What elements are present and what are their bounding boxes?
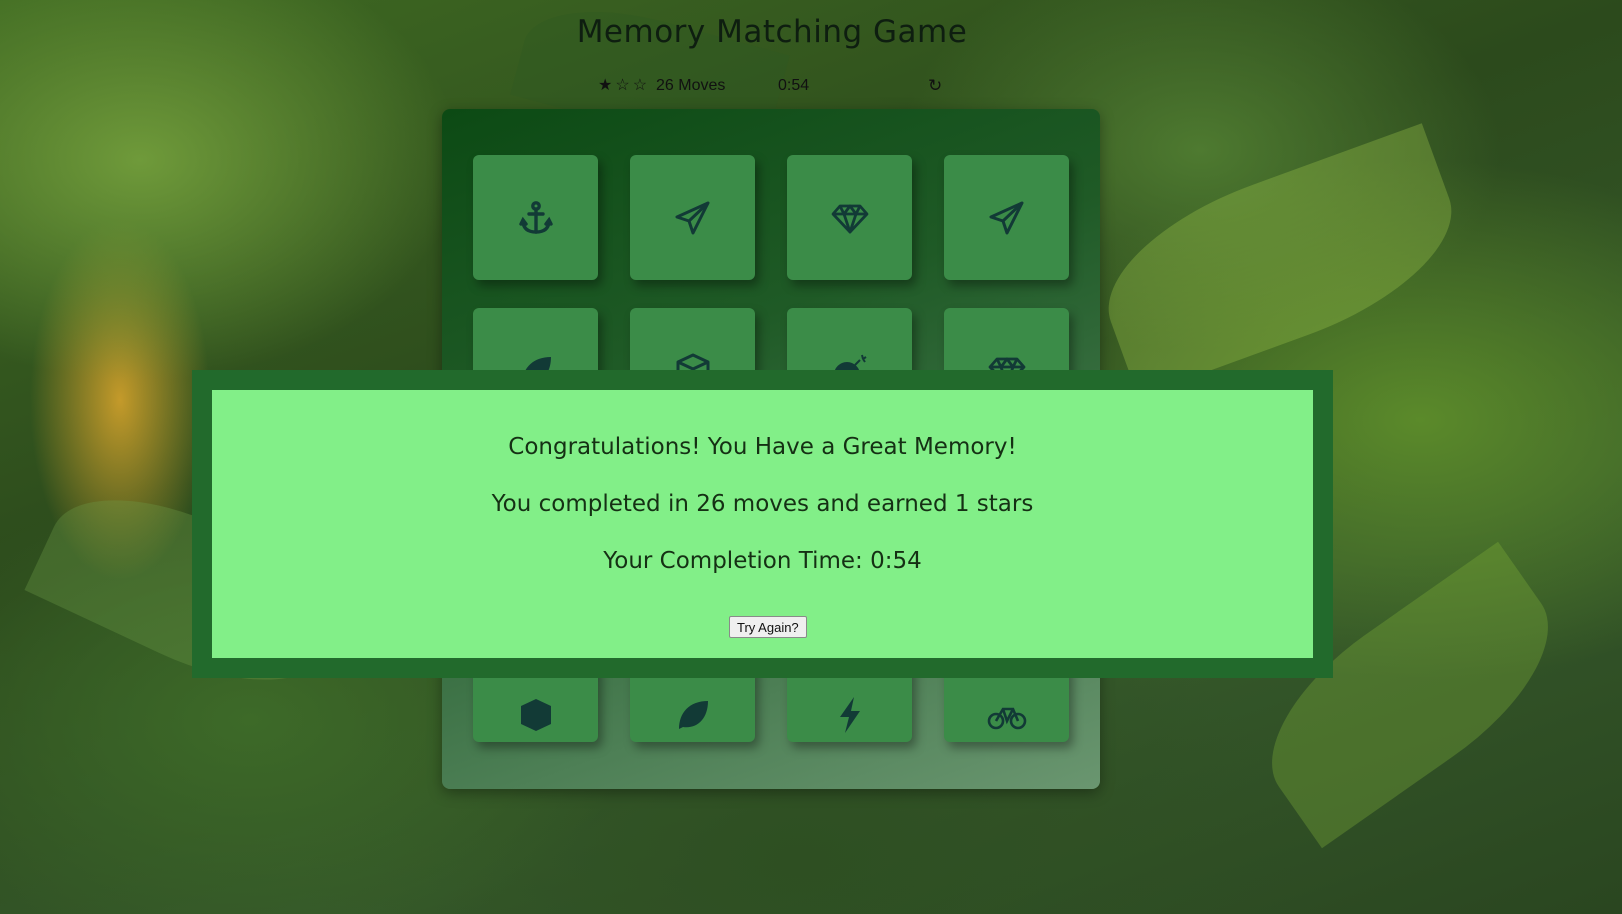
anchor-icon — [518, 200, 553, 234]
cube-icon — [520, 698, 551, 731]
congrats-message: Congratulations! You Have a Great Memory… — [508, 434, 1017, 460]
bicycle-icon — [987, 707, 1026, 729]
card-anchor[interactable] — [473, 155, 598, 280]
card-paper-plane[interactable] — [630, 155, 755, 280]
paper-plane-icon — [989, 201, 1023, 234]
score-panel: ★ ☆ ☆ 26 Moves 0:54 ↻ — [598, 76, 942, 98]
star-icon: ★ — [598, 77, 613, 94]
card-paper-plane[interactable] — [944, 155, 1069, 280]
moves-counter: 26 Moves — [656, 77, 726, 94]
paper-plane-icon — [675, 201, 709, 234]
page-header: Memory Matching Game — [0, 0, 1544, 50]
background-leaf — [1083, 123, 1477, 397]
page-title: Memory Matching Game — [576, 14, 968, 50]
diamond-icon — [831, 204, 868, 233]
star-icon: ☆ — [632, 77, 648, 94]
congratulations-modal: Congratulations! You Have a Great Memory… — [192, 370, 1333, 678]
try-again-button[interactable]: Try Again? — [729, 616, 807, 638]
card-diamond[interactable] — [787, 155, 912, 280]
star-rating: ★ ☆ ☆ — [598, 76, 647, 96]
modal-content: Congratulations! You Have a Great Memory… — [212, 390, 1313, 658]
timer: 0:54 — [778, 77, 810, 94]
bolt-icon — [839, 696, 860, 733]
star-icon: ☆ — [615, 77, 630, 94]
leaf-icon — [678, 700, 708, 729]
restart-icon[interactable]: ↻ — [928, 76, 942, 96]
completion-time: Your Completion Time: 0:54 — [603, 548, 922, 574]
completion-summary: You completed in 26 moves and earned 1 s… — [491, 491, 1034, 517]
